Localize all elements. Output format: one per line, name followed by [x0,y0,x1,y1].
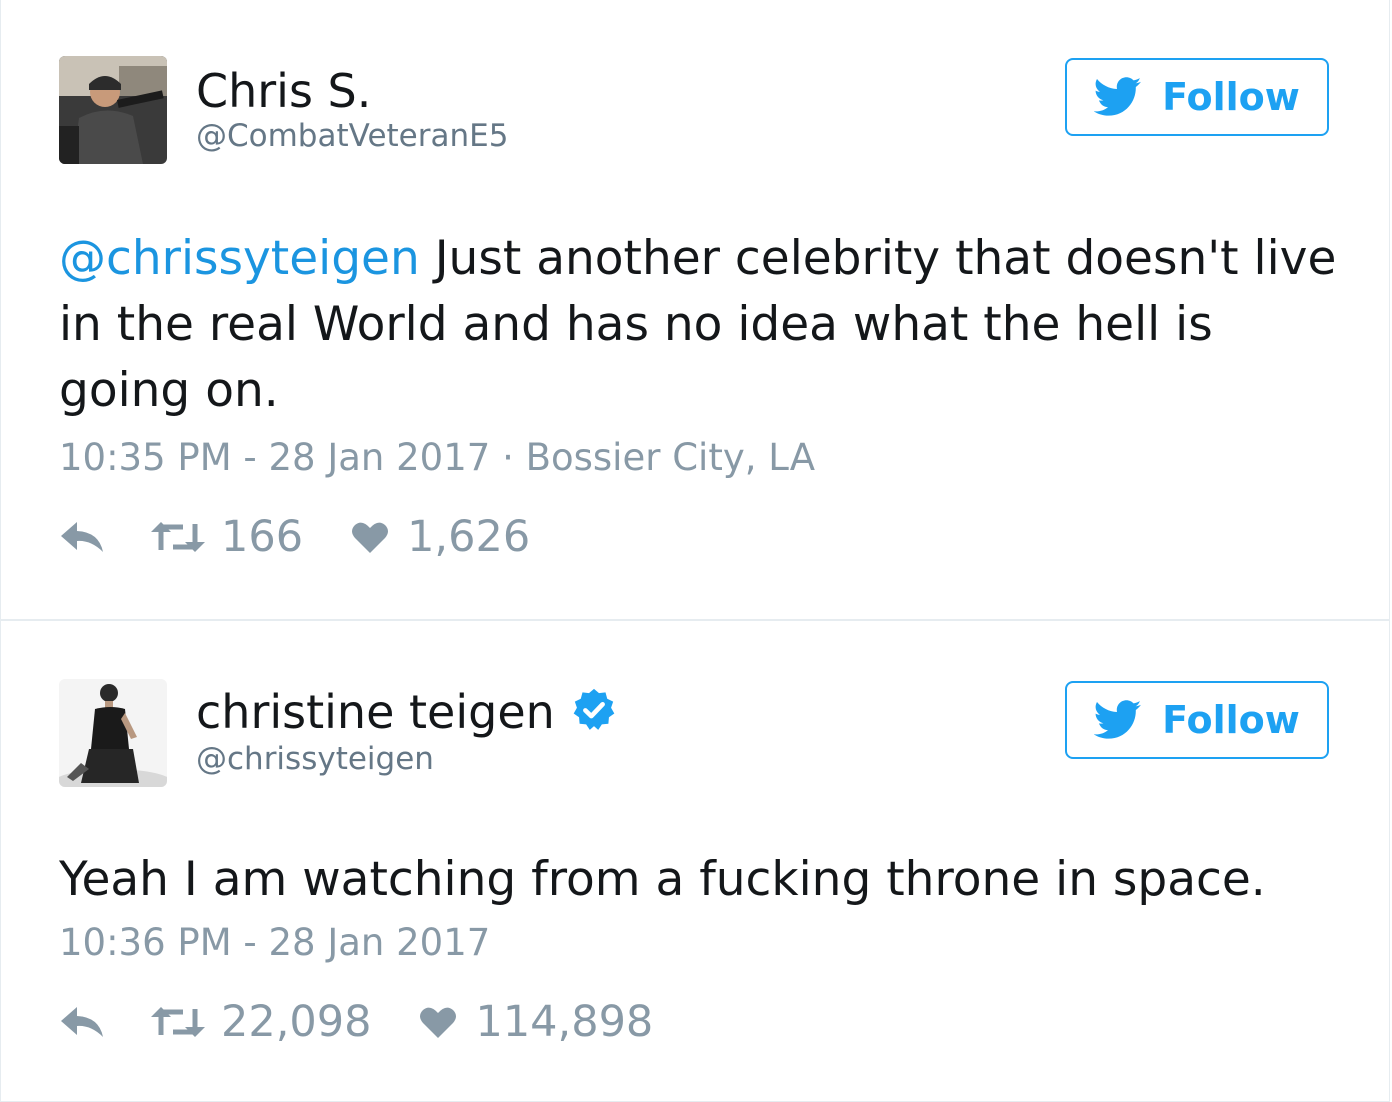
display-name[interactable]: christine teigen [196,685,555,739]
like-count: 114,898 [475,996,654,1047]
reply-icon [61,1007,103,1037]
tweet-card: christine teigen @chrissyteigen Follow Y… [0,620,1390,1102]
avatar[interactable] [59,56,167,164]
tweet-actions: 22,098 114,898 [59,997,653,1047]
follow-button[interactable]: Follow [1065,681,1329,759]
location[interactable]: Bossier City, LA [526,436,815,479]
follow-label: Follow [1162,698,1300,742]
follow-button[interactable]: Follow [1065,58,1329,136]
verified-badge-icon [573,688,615,730]
user-handle[interactable]: @CombatVeteranE5 [196,121,508,152]
retweet-count: 22,098 [221,996,372,1047]
twitter-bird-icon [1094,700,1142,739]
tweet-meta: 10:35 PM - 28 Jan 2017 · Bossier City, L… [59,439,815,476]
reply-button[interactable] [59,520,105,554]
like-button[interactable]: 114,898 [419,996,654,1047]
tweet-actions: 166 1,626 [59,512,530,562]
twitter-bird-icon [1094,77,1142,116]
display-name[interactable]: Chris S. [196,68,371,114]
retweet-count: 166 [221,511,304,562]
timestamp[interactable]: 10:35 PM - 28 Jan 2017 [59,436,490,479]
like-button[interactable]: 1,626 [351,511,531,562]
mention-link[interactable]: @chrissyteigen [59,231,420,286]
tweet-card: Chris S. @CombatVeteranE5 Follow @chriss… [0,0,1390,620]
avatar[interactable] [59,679,167,787]
heart-icon [352,522,389,553]
like-count: 1,626 [407,511,531,562]
follow-label: Follow [1162,75,1300,119]
retweet-icon [151,1007,205,1037]
retweet-icon [151,522,205,552]
timestamp[interactable]: 10:36 PM - 28 Jan 2017 [59,921,490,964]
retweet-button[interactable]: 166 [151,511,304,562]
display-name-row: christine teigen [196,688,617,739]
heart-icon [420,1007,457,1038]
tweet-body: Yeah I am watching from a fucking throne… [59,852,1266,907]
meta-separator: · [502,436,514,479]
reply-button[interactable] [59,1005,105,1039]
reply-icon [61,522,103,552]
user-handle[interactable]: @chrissyteigen [196,744,434,775]
tweet-meta: 10:36 PM - 28 Jan 2017 [59,924,490,961]
retweet-button[interactable]: 22,098 [151,996,372,1047]
tweet-text: @chrissyteigen Just another celebrity th… [59,226,1349,424]
